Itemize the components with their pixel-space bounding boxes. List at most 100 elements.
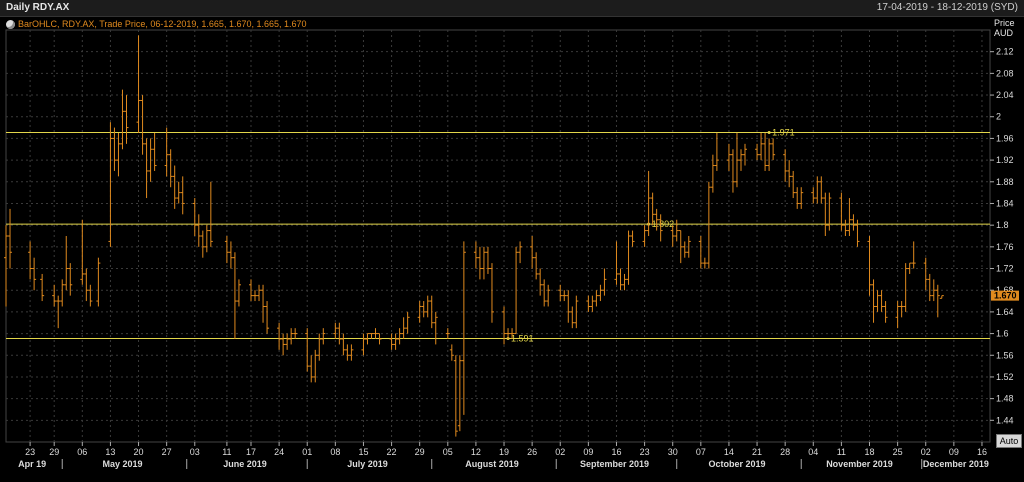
ohlc-bar <box>618 268 623 291</box>
ohlc-chart[interactable]: 1.9711.8021.591 1.441.481.521.561.61.641… <box>0 0 1024 482</box>
ohlc-bar <box>726 143 731 171</box>
chart-window: Daily RDY.AX 17-04-2019 - 18-12-2019 (SY… <box>0 0 1024 482</box>
ohlc-bar <box>277 322 282 350</box>
ohlc-bar <box>875 290 880 312</box>
month-label: December 2019 <box>923 459 989 469</box>
ohlc-bar <box>236 279 241 307</box>
ohlc-bar <box>851 214 856 231</box>
x-tick-label: 24 <box>274 447 284 457</box>
x-tick-label: 12 <box>471 447 481 457</box>
ohlc-bar <box>546 284 551 307</box>
y-tick-label: 1.76 <box>996 242 1014 252</box>
ohlc-bar <box>771 138 776 161</box>
ohlc-bar <box>586 295 591 312</box>
ohlc-bar <box>60 279 65 307</box>
ohlc-bar <box>361 333 366 356</box>
ohlc-bar <box>843 219 848 236</box>
ohlc-bar <box>108 122 113 247</box>
ohlc-bar <box>678 230 683 264</box>
ohlc-bar <box>935 284 940 318</box>
ohlc-bar <box>787 160 792 188</box>
ohlc-bar <box>847 198 852 236</box>
ohlc-bar <box>811 187 816 204</box>
ohlc-bar <box>140 95 145 155</box>
ohlc-bar <box>903 263 908 312</box>
ohlc-bar <box>433 311 438 345</box>
x-tick-label: 26 <box>527 447 537 457</box>
ohlc-bar <box>730 149 735 193</box>
ohlc-bar <box>590 295 595 312</box>
x-tick-label: 07 <box>696 447 706 457</box>
y-tick-label: 2 <box>996 112 1001 122</box>
ohlc-bar <box>477 246 482 280</box>
ohlc-bar <box>164 127 169 177</box>
ohlc-bar <box>172 165 177 209</box>
last-price-tag: 1.670 <box>991 290 1019 301</box>
ohlc-bar <box>518 241 523 264</box>
y-tick-label: 1.48 <box>996 394 1014 404</box>
x-tick-label: 05 <box>443 447 453 457</box>
plot-border <box>5 29 991 443</box>
reference-label: 1.591 <box>511 333 534 343</box>
price-axis[interactable]: 1.441.481.521.561.61.641.681.721.761.81.… <box>990 47 1014 426</box>
ohlc-bar <box>80 219 85 285</box>
ohlc-bar <box>445 328 450 339</box>
month-label: May 2019 <box>102 459 142 469</box>
ohlc-bar <box>84 268 89 302</box>
ohlc-bar <box>333 322 338 339</box>
ohlc-bar <box>365 333 370 345</box>
auto-scale-button[interactable]: Auto <box>996 434 1022 448</box>
ohlc-bar <box>88 284 93 307</box>
ohlc-bar <box>4 225 8 307</box>
x-tick-label: 09 <box>949 447 959 457</box>
ohlc-bar <box>261 284 266 323</box>
ohlc-bar <box>566 290 571 323</box>
ohlc-bar <box>224 236 229 264</box>
ohlc-bar <box>204 225 209 253</box>
ohlc-bar <box>341 333 346 356</box>
ohlc-bar <box>453 355 458 437</box>
ohlc-bar <box>759 133 764 161</box>
y-tick-label: 1.88 <box>996 177 1014 187</box>
ohlc-bar <box>309 355 314 383</box>
date-axis[interactable]: 23 29 06 13 20 27 03 11 17 24 01 08 15 22 29 05 12 19 26 02… <box>18 442 989 469</box>
x-tick-label: 23 <box>640 447 650 457</box>
ohlc-bar <box>562 290 567 302</box>
ohlc-bar <box>124 95 129 144</box>
ohlc-bar <box>136 35 141 133</box>
ohlc-bar <box>401 317 406 339</box>
ohlc-bar <box>823 192 828 236</box>
x-tick-label: 28 <box>780 447 790 457</box>
ohlc-bar <box>538 268 543 296</box>
ohlc-bar <box>534 252 539 280</box>
ohlc-bar <box>682 241 687 258</box>
ohlc-bar <box>899 301 904 318</box>
ohlc-bar <box>530 236 535 269</box>
x-tick-label: 08 <box>330 447 340 457</box>
x-tick-label: 29 <box>415 447 425 457</box>
ohlc-bar <box>626 230 631 285</box>
ohlc-bar <box>939 295 944 299</box>
y-tick-label: 1.84 <box>996 198 1014 208</box>
ohlc-bar <box>767 138 772 171</box>
x-tick-label: 30 <box>668 447 678 457</box>
month-label: November 2019 <box>826 459 893 469</box>
ohlc-bar <box>879 290 884 312</box>
ohlc-bar <box>570 306 575 329</box>
x-tick-label: 01 <box>302 447 312 457</box>
month-label: Apr 19 <box>18 459 46 469</box>
ohlc-bar <box>702 257 707 269</box>
ohlc-bar <box>293 328 298 339</box>
ohlc-bars <box>4 35 944 437</box>
ohlc-bar <box>389 333 394 350</box>
ohlc-bar <box>8 208 13 269</box>
ohlc-bar <box>755 143 760 161</box>
ohlc-bar <box>698 236 703 269</box>
ohlc-bar <box>321 328 326 345</box>
x-tick-label: 20 <box>134 447 144 457</box>
ohlc-bar <box>96 257 101 307</box>
ohlc-bar <box>927 273 932 302</box>
ohlc-bar <box>743 143 748 166</box>
ohlc-bar <box>228 241 233 269</box>
month-label: June 2019 <box>223 459 267 469</box>
